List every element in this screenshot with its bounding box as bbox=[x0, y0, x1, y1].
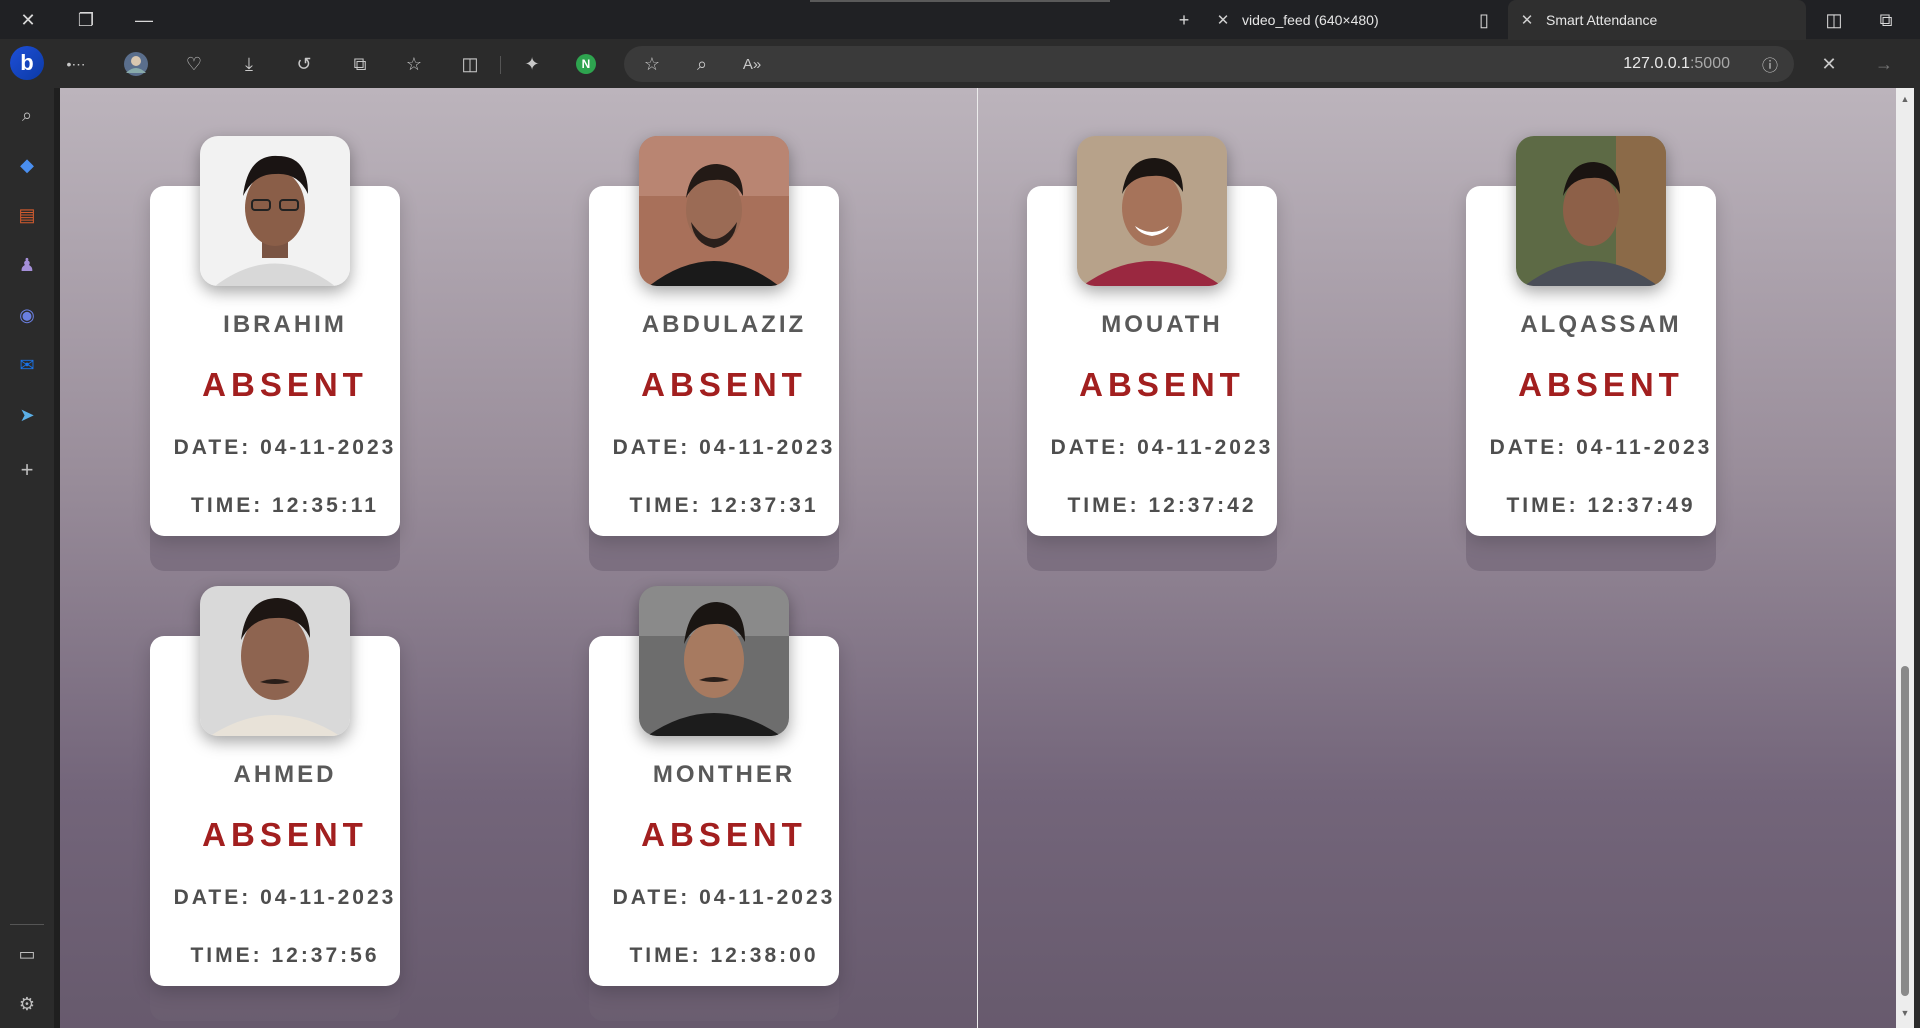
column-divider bbox=[977, 88, 978, 1028]
extensions-icon[interactable]: ✦ bbox=[518, 50, 546, 78]
student-name: ALQASSAM bbox=[1520, 311, 1682, 338]
collections-icon[interactable]: ⧉ bbox=[346, 50, 374, 78]
bing-logo-icon[interactable]: b bbox=[10, 46, 44, 80]
attendance-time: TIME: 12:38:00 bbox=[629, 944, 819, 967]
tab-smart-attendance[interactable]: ✕ Smart Attendance bbox=[1508, 0, 1806, 40]
new-tab-icon[interactable]: + bbox=[1160, 0, 1208, 40]
card-body: ALQASSAM ABSENT DATE: 04-11-2023 TIME: 1… bbox=[1466, 136, 1716, 536]
student-name: IBRAHIM bbox=[223, 311, 347, 338]
copilot-icon[interactable]: ◉ bbox=[13, 301, 41, 329]
attendance-time: TIME: 12:37:56 bbox=[190, 944, 380, 967]
attendance-date: DATE: 04-11-2023 bbox=[1050, 436, 1274, 459]
scrollbar-thumb[interactable] bbox=[1901, 666, 1909, 996]
close-window-icon[interactable]: ✕ bbox=[4, 0, 52, 40]
attendance-time: TIME: 12:35:11 bbox=[191, 494, 379, 517]
card-body: IBRAHIM ABSENT DATE: 04-11-2023 TIME: 12… bbox=[150, 136, 400, 536]
workspaces-icon[interactable]: ⧉ bbox=[1862, 0, 1910, 40]
tab-video-feed[interactable]: ✕ video_feed (640×480) bbox=[1214, 0, 1464, 40]
edge-sidebar: b ⌕ ◆ ▤ ♟ ◉ ✉ ➤ + ▭ ⚙ bbox=[0, 46, 54, 1028]
minimize-window-icon[interactable]: — bbox=[120, 0, 168, 40]
student-photo bbox=[1516, 136, 1666, 286]
zoom-icon[interactable]: ⌕ bbox=[688, 50, 716, 78]
attendance-time: TIME: 12:37:42 bbox=[1067, 494, 1257, 517]
attendance-status: ABSENT bbox=[1518, 366, 1684, 403]
stop-loading-icon[interactable]: ✕ bbox=[1815, 50, 1843, 78]
address-bar[interactable]: ☆ ⌕ A» 127.0.0.1:5000 ⓘ bbox=[624, 46, 1794, 82]
card-body: MONTHER ABSENT DATE: 04-11-2023 TIME: 12… bbox=[589, 586, 839, 986]
student-name: AHMED bbox=[233, 761, 337, 788]
split-view-icon[interactable]: ◫ bbox=[456, 50, 484, 78]
attendance-status: ABSENT bbox=[202, 366, 368, 403]
read-aloud-icon[interactable]: A» bbox=[738, 50, 766, 78]
search-icon[interactable]: ⌕ bbox=[13, 101, 41, 129]
settings-gear-icon[interactable]: ⚙ bbox=[13, 990, 41, 1018]
student-photo bbox=[200, 136, 350, 286]
tab-strip-indicator bbox=[810, 0, 1110, 2]
close-tab-icon[interactable]: ✕ bbox=[1518, 11, 1536, 29]
scroll-up-arrow-icon[interactable]: ▲ bbox=[1899, 94, 1911, 104]
attendance-status: ABSENT bbox=[1079, 366, 1245, 403]
window-edge bbox=[1914, 88, 1920, 1028]
attendance-date: DATE: 04-11-2023 bbox=[173, 886, 397, 909]
send-icon[interactable]: ➤ bbox=[13, 401, 41, 429]
restore-window-icon[interactable]: ❐ bbox=[62, 0, 110, 40]
student-name: MOUATH bbox=[1101, 311, 1223, 338]
attendance-status: ABSENT bbox=[641, 366, 807, 403]
attendance-time: TIME: 12:37:49 bbox=[1506, 494, 1696, 517]
student-photo bbox=[200, 586, 350, 736]
student-photo bbox=[1077, 136, 1227, 286]
site-info-icon[interactable]: ⓘ bbox=[1756, 50, 1784, 78]
attendance-status: ABSENT bbox=[641, 816, 807, 853]
vertical-scrollbar[interactable]: ▲ ▼ bbox=[1896, 88, 1914, 1028]
tools-icon[interactable]: ▤ bbox=[13, 201, 41, 229]
favorites-icon[interactable]: ☆ bbox=[400, 50, 428, 78]
browser-toolbar: •⋯ ♡ ⤓ ↺ ⧉ ☆ ◫ ✦ N ☆ ⌕ A» 127.0.0.1:5000… bbox=[0, 40, 1920, 88]
url-host: 127.0.0.1 bbox=[1623, 55, 1690, 72]
games-icon[interactable]: ♟ bbox=[13, 251, 41, 279]
add-favorite-icon[interactable]: ☆ bbox=[638, 50, 666, 78]
page-icon: ▯ bbox=[1479, 9, 1489, 30]
scroll-down-arrow-icon[interactable]: ▼ bbox=[1899, 1008, 1911, 1018]
outlook-icon[interactable]: ✉ bbox=[13, 351, 41, 379]
toolbar-divider bbox=[500, 56, 501, 74]
card-body: ABDULAZIZ ABSENT DATE: 04-11-2023 TIME: … bbox=[589, 136, 839, 536]
tab-actions-icon[interactable]: •⋯ bbox=[62, 50, 90, 78]
student-name: ABDULAZIZ bbox=[641, 311, 807, 338]
tab-title: Smart Attendance bbox=[1546, 12, 1658, 28]
downloads-icon[interactable]: ⤓ bbox=[235, 50, 263, 78]
student-name: MONTHER bbox=[652, 761, 796, 788]
extension-n-icon[interactable]: N bbox=[572, 50, 600, 78]
history-icon[interactable]: ↺ bbox=[290, 50, 318, 78]
attendance-date: DATE: 04-11-2023 bbox=[612, 886, 836, 909]
attendance-date: DATE: 04-11-2023 bbox=[1489, 436, 1713, 459]
title-bar: ✕ ❐ — + ✕ video_feed (640×480) ▯ ✕ Smart… bbox=[0, 0, 1920, 40]
health-icon[interactable]: ♡ bbox=[180, 50, 208, 78]
sidebar-divider bbox=[10, 924, 44, 925]
page-viewport: IBRAHIM ABSENT DATE: 04-11-2023 TIME: 12… bbox=[60, 88, 1896, 1028]
url-port: :5000 bbox=[1689, 55, 1730, 72]
attendance-status: ABSENT bbox=[202, 816, 368, 853]
url-text: 127.0.0.1:5000 bbox=[1623, 55, 1730, 73]
shopping-tag-icon[interactable]: ◆ bbox=[13, 151, 41, 179]
student-photo bbox=[639, 586, 789, 736]
tab-title: video_feed (640×480) bbox=[1242, 12, 1379, 28]
student-photo bbox=[639, 136, 789, 286]
hide-sidebar-icon[interactable]: ▭ bbox=[13, 940, 41, 968]
card-body: MOUATH ABSENT DATE: 04-11-2023 TIME: 12:… bbox=[1027, 136, 1277, 536]
split-screen-icon[interactable]: ◫ bbox=[1810, 0, 1858, 40]
close-tab-icon[interactable]: ✕ bbox=[1214, 11, 1232, 29]
profile-avatar-icon[interactable] bbox=[122, 50, 150, 78]
attendance-time: TIME: 12:37:31 bbox=[629, 494, 819, 517]
card-body: AHMED ABSENT DATE: 04-11-2023 TIME: 12:3… bbox=[150, 586, 400, 986]
attendance-date: DATE: 04-11-2023 bbox=[173, 436, 397, 459]
add-sidebar-app-icon[interactable]: + bbox=[13, 456, 41, 484]
forward-icon[interactable]: → bbox=[1870, 50, 1898, 78]
attendance-date: DATE: 04-11-2023 bbox=[612, 436, 836, 459]
